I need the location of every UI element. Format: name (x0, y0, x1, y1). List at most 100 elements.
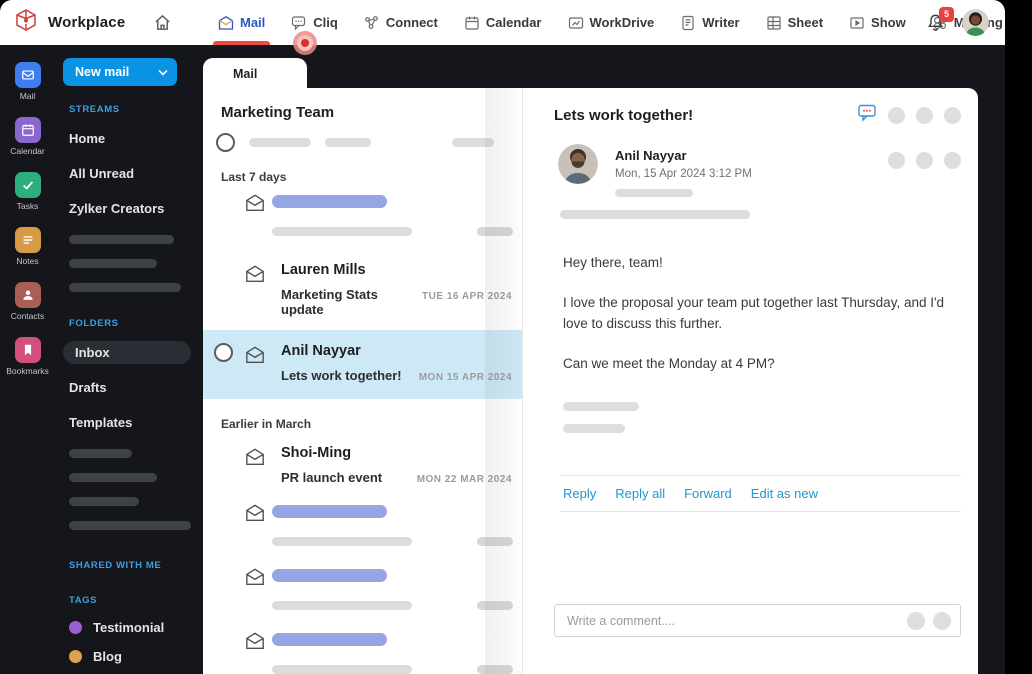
mail-list-item[interactable]: Shoi-Ming PR launch event MON 22 MAR 202… (203, 435, 522, 498)
nav-item-connect[interactable]: Connect (364, 0, 438, 45)
envelope-icon (246, 568, 264, 585)
folder-item-templates[interactable]: Templates (63, 411, 203, 434)
select-all-checkbox[interactable] (216, 133, 235, 152)
skeleton-bar (272, 569, 387, 582)
brand: Workplace (14, 8, 172, 37)
connect-network-icon (364, 15, 378, 29)
nav-label: Sheet (787, 15, 824, 30)
mail-detail-pane: Lets work together! Anil Nayyar Mon, 15 … (524, 88, 978, 674)
workplace-logo-icon (14, 8, 38, 37)
app-rail: Mail Calendar Tasks Notes Contacts Bookm… (0, 45, 55, 674)
skeleton-bar (477, 537, 513, 546)
mail-tab[interactable]: Mail (203, 58, 307, 89)
mail-item-checkbox[interactable] (214, 343, 233, 362)
home-button[interactable] (153, 13, 172, 32)
forward-link[interactable]: Forward (684, 486, 732, 501)
sidebar-item-zylker-creators[interactable]: Zylker Creators (63, 197, 203, 220)
mail-list-item-skeleton (203, 188, 522, 252)
reply-all-link[interactable]: Reply all (615, 486, 665, 501)
mail-tile-icon (14, 62, 41, 88)
calendar-icon (465, 16, 479, 30)
tag-color-dot (69, 621, 82, 634)
nav-item-writer[interactable]: Writer (680, 0, 740, 45)
nav-label: WorkDrive (589, 15, 655, 30)
rail-item-mail[interactable]: Mail (0, 62, 55, 101)
comment-chat-icon-button[interactable] (857, 103, 877, 127)
list-toolbar (216, 133, 494, 152)
folder-item-inbox[interactable]: Inbox (63, 341, 191, 364)
message-actions (888, 152, 961, 169)
body-paragraph: I love the proposal your team put togeth… (563, 294, 945, 331)
mail-list-item[interactable]: Lauren Mills Marketing Stats update TUE … (203, 252, 522, 330)
rail-label: Bookmarks (6, 366, 49, 376)
skeleton-bar (477, 601, 513, 610)
rail-item-bookmarks[interactable]: Bookmarks (0, 337, 55, 376)
skeleton-bar (452, 138, 494, 147)
mail-date: TUE 16 APR 2024 (422, 291, 512, 302)
skeleton-bar (69, 473, 157, 482)
mail-list-item-skeleton (203, 562, 522, 626)
reply-link[interactable]: Reply (563, 486, 596, 501)
chevron-down-icon (158, 65, 168, 79)
skeleton-bar (563, 423, 625, 433)
notification-bell-button[interactable]: 5 (926, 6, 954, 33)
group-label-earlier: Earlier in March (221, 417, 312, 431)
tag-item-testimonial[interactable]: Testimonial (63, 620, 203, 635)
sidebar-item-home[interactable]: Home (63, 127, 203, 150)
nav-label: Mail (240, 15, 266, 30)
nav-item-workdrive[interactable]: WorkDrive (568, 0, 655, 45)
nav-item-show[interactable]: Show (849, 0, 906, 45)
rail-label: Contacts (10, 311, 45, 321)
body-paragraph: Hey there, team! (563, 255, 663, 270)
section-label-streams: STREAMS (69, 104, 120, 115)
envelope-icon (246, 265, 264, 282)
brand-name: Workplace (48, 14, 126, 31)
rail-item-tasks[interactable]: Tasks (0, 172, 55, 211)
mail-date: MON 15 APR 2024 (418, 372, 512, 383)
nav-item-calendar[interactable]: Calendar (464, 0, 542, 45)
skeleton-bar (69, 521, 191, 530)
skeleton-action-button (944, 106, 961, 124)
mail-list-item[interactable]: Anil Nayyar Lets work together! MON 15 A… (203, 330, 522, 399)
skeleton-bar (325, 138, 371, 147)
sender-row: Anil Nayyar Mon, 15 Apr 2024 3:12 PM (554, 144, 961, 197)
tag-item-blog[interactable]: Blog (63, 649, 203, 664)
folder-item-drafts[interactable]: Drafts (63, 376, 203, 399)
skeleton-bar (69, 259, 157, 268)
mail-list: Marketing Team Last 7 days Lauren Mills … (203, 88, 523, 674)
user-avatar[interactable] (962, 9, 989, 36)
rail-item-calendar[interactable]: Calendar (0, 117, 55, 156)
rail-label: Notes (16, 256, 39, 266)
sidebar-item-all-unread[interactable]: All Unread (63, 162, 203, 185)
edit-as-new-link[interactable]: Edit as new (751, 486, 818, 501)
topbar: Workplace Mail Cliq Connect Calendar Wor… (0, 0, 1005, 45)
envelope-icon (246, 448, 264, 465)
onboarding-pulse-dot[interactable] (293, 31, 317, 55)
sheet-grid-icon (767, 15, 781, 30)
skeleton-bar (249, 138, 311, 147)
sender-name: Anil Nayyar (615, 148, 687, 163)
nav-item-mail[interactable]: Mail (212, 0, 271, 45)
list-title: Marketing Team (221, 104, 335, 121)
detail-subject: Lets work together! (554, 106, 694, 124)
contacts-tile-icon (14, 282, 41, 308)
rail-item-notes[interactable]: Notes (0, 227, 55, 266)
rail-item-contacts[interactable]: Contacts (0, 282, 55, 321)
content-area: Mail Marketing Team Last 7 days Lauren M… (203, 45, 978, 674)
nav-item-sheet[interactable]: Sheet (766, 0, 823, 45)
topbar-right: 5 (926, 0, 989, 45)
tag-label: Testimonial (93, 620, 165, 635)
mail-date: MON 22 MAR 2024 (416, 474, 512, 485)
comment-input[interactable] (555, 613, 907, 628)
rail-label: Calendar (10, 146, 45, 156)
envelope-icon (246, 346, 264, 363)
sent-datetime: Mon, 15 Apr 2024 3:12 PM (615, 168, 752, 180)
comment-actions (907, 611, 951, 630)
skeleton-bar (69, 449, 132, 458)
bookmarks-tile-icon (14, 337, 41, 363)
skeleton-action-button (888, 152, 905, 169)
skeleton-bar (615, 189, 693, 197)
mail-sidebar: New mail STREAMS Home All Unread Zylker … (55, 45, 203, 674)
new-mail-button[interactable]: New mail (63, 58, 177, 86)
notes-tile-icon (14, 227, 41, 253)
